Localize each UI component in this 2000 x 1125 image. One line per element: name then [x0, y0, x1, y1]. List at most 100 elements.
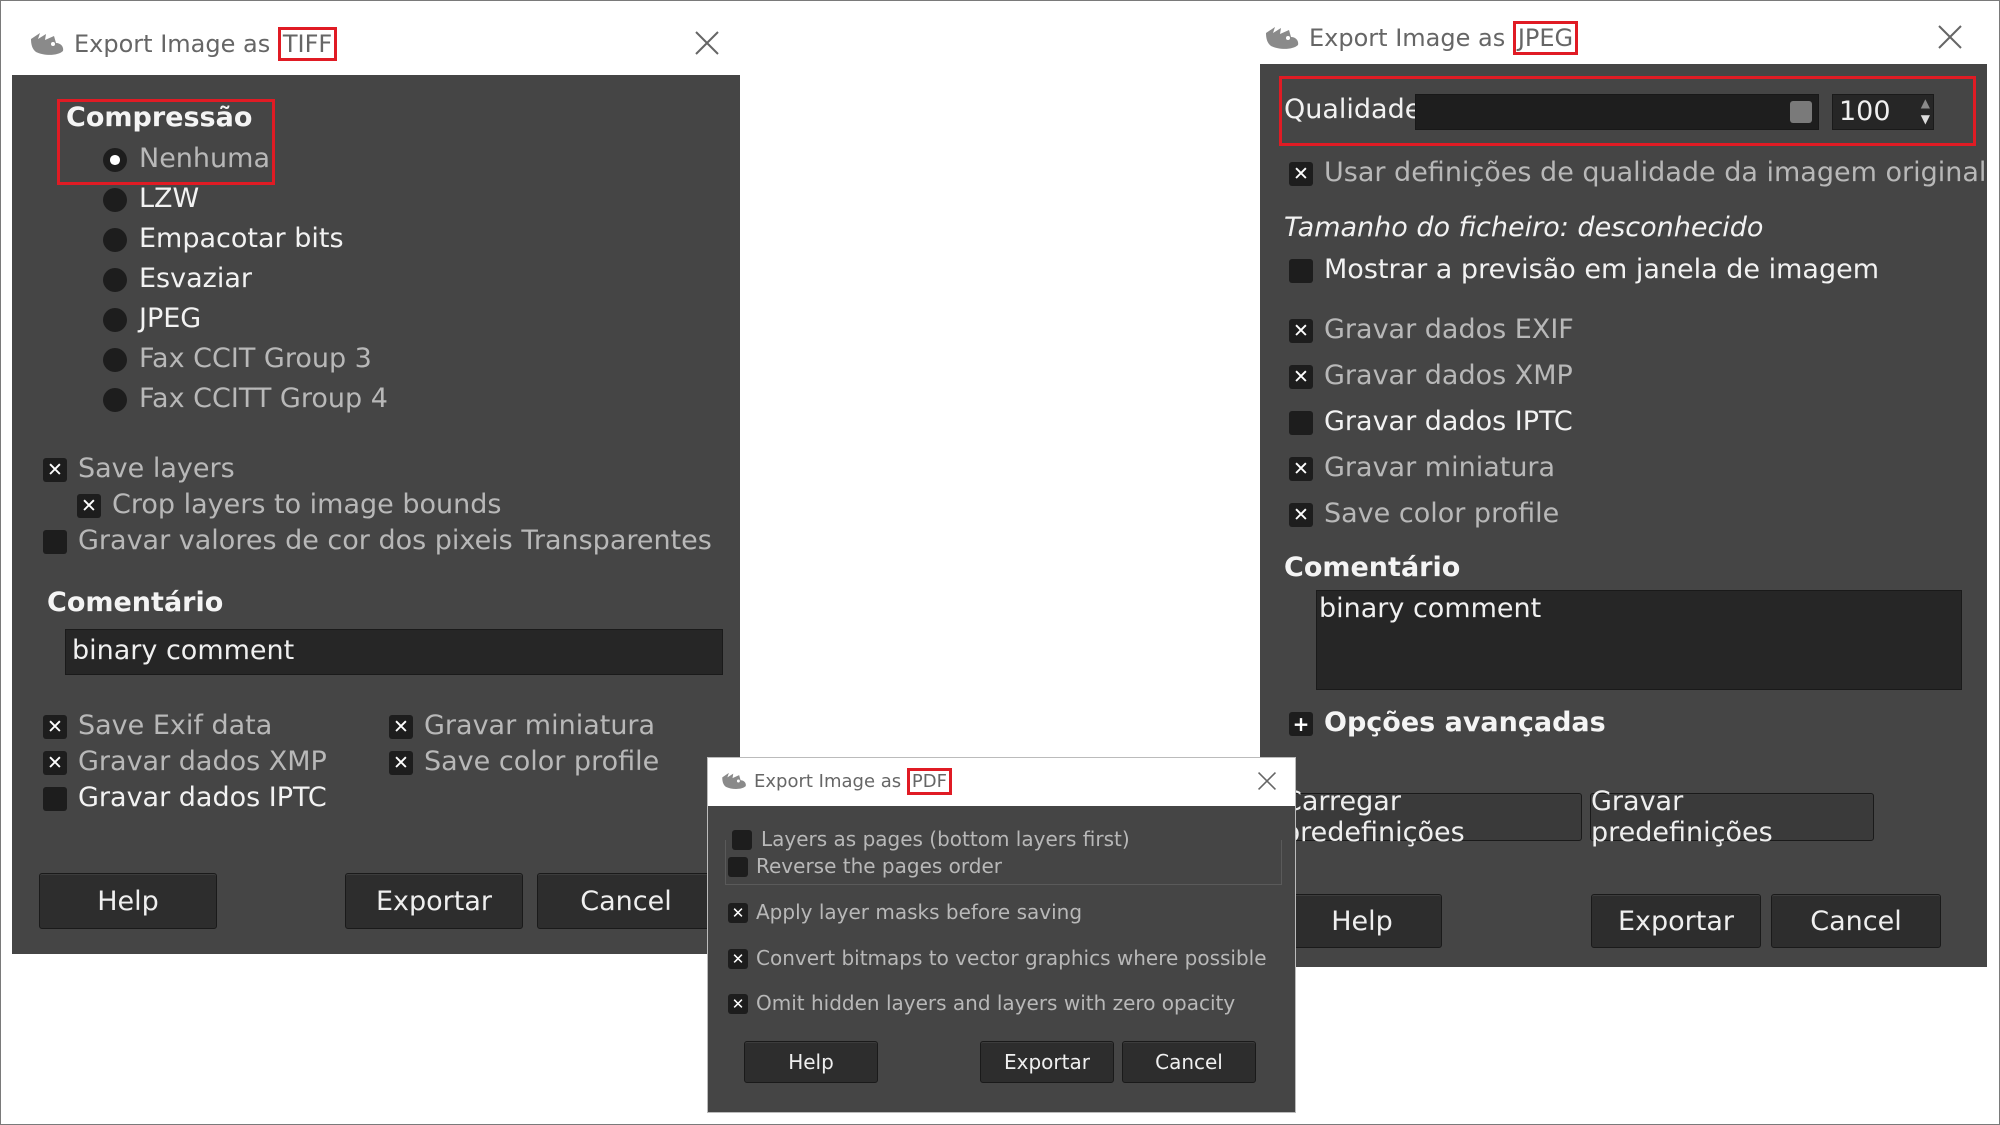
jpeg-save-xmp-label: Gravar dados XMP — [1324, 360, 1573, 391]
save-xmp-checkbox[interactable]: ✕ — [43, 751, 67, 775]
tiff-export-button[interactable]: Exportar — [345, 873, 523, 929]
quality-spinbutton[interactable]: 100 ▲ ▼ — [1832, 94, 1934, 130]
omit-hidden-label: Omit hidden layers and layers with zero … — [756, 991, 1236, 1015]
apply-masks-checkbox[interactable]: ✕ — [728, 903, 748, 923]
jpeg-comment-label: Comentário — [1284, 552, 1461, 583]
save-thumbnail-checkbox[interactable]: ✕ — [389, 715, 413, 739]
save-iptc-checkbox[interactable] — [43, 787, 67, 811]
quality-value: 100 — [1839, 96, 1891, 127]
radio-deflate-label: Esvaziar — [139, 263, 252, 294]
pdf-format-highlight: PDF — [906, 767, 952, 795]
save-color-profile-checkbox[interactable]: ✕ — [389, 751, 413, 775]
radio-lzw-label: LZW — [139, 183, 200, 214]
radio-packbits[interactable] — [103, 228, 127, 252]
save-defaults-button[interactable]: Gravar predefinições — [1590, 786, 1874, 848]
gimp-wilber-icon — [1263, 23, 1301, 53]
jpeg-comment-value: binary comment — [1319, 593, 1542, 624]
radio-jpeg-label: JPEG — [139, 303, 202, 334]
tiff-help-button[interactable]: Help — [39, 873, 217, 929]
tiff-title: Export Image as TIFF — [74, 27, 338, 61]
radio-deflate[interactable] — [103, 268, 127, 292]
quality-slider-handle[interactable] — [1790, 101, 1812, 123]
jpeg-title: Export Image as JPEG — [1309, 21, 1579, 55]
save-layers-checkbox[interactable]: ✕ — [43, 458, 67, 482]
tiff-comment-value: binary comment — [72, 635, 295, 666]
quality-slider[interactable] — [1415, 94, 1819, 130]
jpeg-export-button[interactable]: Exportar — [1591, 894, 1761, 948]
save-layers-label: Save layers — [78, 453, 235, 484]
save-iptc-label: Gravar dados IPTC — [78, 782, 327, 813]
tiff-comment-label: Comentário — [47, 587, 224, 618]
reverse-order-checkbox[interactable] — [728, 857, 748, 877]
radio-nenhuma-label: Nenhuma — [139, 143, 270, 174]
close-icon[interactable] — [1257, 771, 1277, 791]
use-original-quality-label: Usar definições de qualidade da imagem o… — [1324, 157, 1987, 188]
expander-plus-icon[interactable]: + — [1289, 712, 1313, 736]
radio-fax-g4-label: Fax CCITT Group 4 — [139, 383, 388, 414]
convert-bitmaps-label: Convert bitmaps to vector graphics where… — [756, 946, 1267, 970]
tiff-titlebar: Export Image as TIFF — [12, 14, 742, 74]
advanced-options-label[interactable]: Opções avançadas — [1324, 707, 1606, 738]
jpeg-cancel-button[interactable]: Cancel — [1771, 894, 1941, 948]
crop-layers-checkbox[interactable]: ✕ — [77, 494, 101, 518]
tiff-format-highlight: TIFF — [277, 27, 338, 61]
apply-masks-label: Apply layer masks before saving — [756, 900, 1083, 924]
save-exif-checkbox[interactable]: ✕ — [43, 715, 67, 739]
jpeg-save-iptc-checkbox[interactable] — [1289, 411, 1313, 435]
file-size-label: Tamanho do ficheiro: desconhecido — [1284, 212, 1764, 243]
jpeg-save-exif-label: Gravar dados EXIF — [1324, 314, 1574, 345]
radio-jpeg[interactable] — [103, 308, 127, 332]
radio-nenhuma[interactable] — [103, 148, 127, 172]
close-icon[interactable] — [694, 30, 720, 56]
convert-bitmaps-checkbox[interactable]: ✕ — [728, 949, 748, 969]
crop-layers-label: Crop layers to image bounds — [112, 489, 502, 520]
jpeg-titlebar: Export Image as JPEG — [1247, 10, 1987, 66]
layers-as-pages-checkbox[interactable] — [732, 830, 752, 850]
jpeg-export-dialog: Export Image as JPEG Qualidade: 100 ▲ ▼ … — [1247, 10, 1987, 970]
pdf-cancel-button[interactable]: Cancel — [1122, 1041, 1256, 1083]
jpeg-save-thumbnail-label: Gravar miniatura — [1324, 452, 1556, 483]
compression-label: Compressão — [66, 102, 253, 133]
quality-label: Qualidade: — [1284, 94, 1431, 125]
tiff-export-dialog: Export Image as TIFF Compressão Nenhuma … — [12, 14, 742, 954]
jpeg-save-thumbnail-checkbox[interactable]: ✕ — [1289, 457, 1313, 481]
radio-lzw[interactable] — [103, 188, 127, 212]
save-transparent-label: Gravar valores de cor dos pixeis Transpa… — [78, 525, 712, 556]
close-icon[interactable] — [1937, 24, 1963, 50]
jpeg-save-xmp-checkbox[interactable]: ✕ — [1289, 365, 1313, 389]
use-original-quality-checkbox[interactable]: ✕ — [1289, 162, 1313, 186]
radio-fax-g3-label: Fax CCIT Group 3 — [139, 343, 372, 374]
pdf-titlebar: Export Image as PDF — [708, 758, 1295, 804]
pdf-export-button[interactable]: Exportar — [980, 1041, 1114, 1083]
pdf-dialog-body: Layers as pages (bottom layers first) Re… — [708, 806, 1295, 1112]
tiff-cancel-button[interactable]: Cancel — [537, 873, 715, 929]
jpeg-comment-field[interactable]: binary comment — [1316, 590, 1962, 690]
tiff-dialog-body: Compressão Nenhuma LZW Empacotar bits Es… — [12, 75, 740, 954]
spin-up-icon[interactable]: ▲ — [1921, 96, 1930, 110]
jpeg-save-color-profile-checkbox[interactable]: ✕ — [1289, 503, 1313, 527]
load-defaults-button[interactable]: Carregar predefinições — [1282, 786, 1582, 848]
pdf-help-button[interactable]: Help — [744, 1041, 878, 1083]
tiff-comment-field[interactable]: binary comment — [65, 629, 723, 675]
jpeg-save-exif-checkbox[interactable]: ✕ — [1289, 319, 1313, 343]
save-color-profile-label: Save color profile — [424, 746, 660, 777]
jpeg-save-color-profile-label: Save color profile — [1324, 498, 1560, 529]
show-preview-checkbox[interactable] — [1289, 259, 1313, 283]
radio-packbits-label: Empacotar bits — [139, 223, 344, 254]
pdf-export-dialog: Export Image as PDF Layers as pages (bot… — [707, 757, 1296, 1113]
gimp-wilber-icon — [720, 770, 748, 792]
radio-fax-g3[interactable] — [103, 348, 127, 372]
reverse-order-label: Reverse the pages order — [756, 854, 1002, 878]
layers-as-pages-label: Layers as pages (bottom layers first) — [761, 827, 1134, 851]
omit-hidden-checkbox[interactable]: ✕ — [728, 994, 748, 1014]
jpeg-help-button[interactable]: Help — [1282, 894, 1442, 948]
show-preview-label: Mostrar a previsão em janela de imagem — [1324, 254, 1880, 285]
radio-fax-g4[interactable] — [103, 388, 127, 412]
save-exif-label: Save Exif data — [78, 710, 273, 741]
save-transparent-checkbox[interactable] — [43, 530, 67, 554]
jpeg-save-iptc-label: Gravar dados IPTC — [1324, 406, 1573, 437]
pdf-title: Export Image as PDF — [754, 767, 952, 795]
spin-down-icon[interactable]: ▼ — [1921, 112, 1930, 126]
save-thumbnail-label: Gravar miniatura — [424, 710, 656, 741]
jpeg-format-highlight: JPEG — [1512, 21, 1579, 55]
